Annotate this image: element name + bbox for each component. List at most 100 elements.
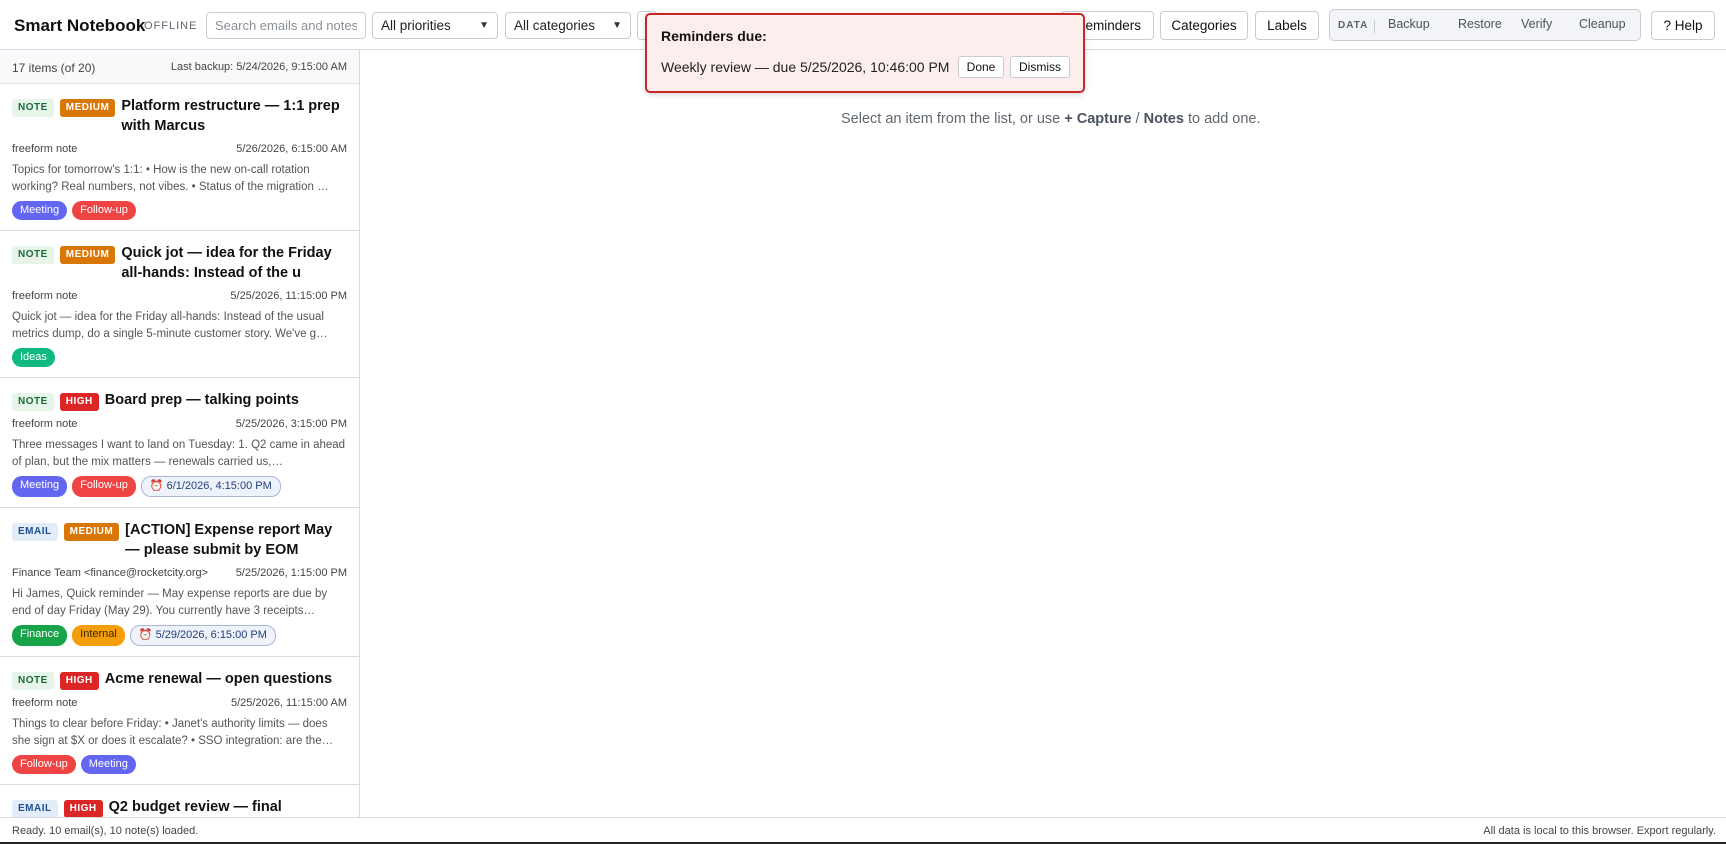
hint-text-post: to add one. [1183,111,1261,127]
item-preview: Quick jot — idea for the Friday all-hand… [12,311,328,340]
tag-label[interactable]: Ideas [12,348,55,367]
verify-button[interactable]: Verify [1521,17,1552,31]
category-filter-select[interactable]: All categories ▼ [505,12,631,39]
item-title: Board prep — talking points [104,392,299,408]
tag-label[interactable]: Meeting [12,201,68,220]
item-type-badge: NOTE [12,393,54,411]
item-meta: freeform note 5/25/2026, 11:15:00 PM [12,290,347,302]
priority-filter-value: All priorities [381,18,451,33]
item-type-badge: EMAIL [12,523,58,541]
notes-link: Notes [1143,111,1184,127]
hint-text-pre: Select an item from the list, or use [841,111,1065,127]
tag-label[interactable]: Internal [72,625,125,646]
priority-filter-select[interactable]: All priorities ▼ [372,12,498,39]
item-preview: Topics for tomorrow's 1:1: • How is the … [12,164,329,193]
category-filter-value: All categories [514,18,596,33]
item-from: Finance Team <finance@rocketcity.org> [12,567,209,579]
priority-badge: HIGH [59,672,99,690]
tag-label[interactable]: Finance [12,625,68,646]
item-tags: Meeting Follow-up ⏰ 6/1/2026, 4:15:00 PM [12,476,347,497]
item-type-badge: EMAIL [12,800,58,817]
item-date: 5/25/2026, 11:15:00 AM [231,697,347,709]
item-title: Acme renewal — open questions [104,671,333,687]
item-header: NOTE MEDIUM Quick jot — idea for the Frida… [12,243,347,283]
item-title: Q2 budget review — final numbers attache… [108,799,282,815]
item-from: freeform note [12,418,78,430]
item-from: freeform note [12,290,78,302]
list-item[interactable]: NOTE HIGH Board prep — talking points freef… [0,378,359,508]
priority-badge: MEDIUM [59,246,116,264]
item-meta: freeform note 5/25/2026, 3:15:00 PM [12,418,347,430]
app-title: Smart Notebook [14,16,146,35]
item-date: 5/25/2026, 3:15:00 PM [235,418,347,430]
item-header: EMAIL HIGH Q2 budget review — final number… [12,797,347,817]
data-toolbar: DATA Backup Restore Verify Cleanup [1329,9,1641,41]
list-item[interactable]: NOTE MEDIUM Quick jot — idea for the Frida… [0,231,359,378]
categories-button[interactable]: Categories [1160,11,1248,40]
item-preview: Hi James, Quick reminder — May expense r… [12,588,328,617]
item-header: EMAIL MEDIUM [ACTION] Expense report May —… [12,520,347,560]
empty-state-hint: Select an item from the list, or use + C… [841,111,1261,127]
search-input[interactable] [206,12,366,39]
item-from: freeform note [12,697,78,709]
hint-separator: / [1131,111,1144,127]
status-bar: Ready. 10 email(s), 10 note(s) loaded. A… [0,817,1726,842]
item-count: 17 items (of 20) [12,61,96,75]
priority-badge: HIGH [59,393,99,411]
item-preview: Things to clear before Friday: • Janet's… [12,718,334,747]
categories-button-label: Categories [1171,18,1237,33]
help-button-label: ? Help [1663,18,1703,33]
item-date: 5/25/2026, 11:15:00 PM [230,290,347,302]
item-type-badge: NOTE [12,672,54,690]
list-header: 17 items (of 20) Last backup: 5/24/2026,… [0,50,359,84]
item-header: NOTE HIGH Acme renewal — open questions [12,669,347,690]
offline-status: OFFLINE [144,20,198,32]
item-type-badge: NOTE [12,99,54,117]
list-item[interactable]: EMAIL MEDIUM [ACTION] Expense report May —… [0,508,359,657]
reminders-button-label: Reminders [1075,18,1141,33]
item-date: 5/25/2026, 1:15:00 PM [235,567,347,579]
item-tags: Follow-up Meeting [12,755,347,774]
done-button[interactable]: Done [958,56,1004,78]
item-tags: Meeting Follow-up [12,201,347,220]
item-meta: freeform note 5/25/2026, 11:15:00 AM [12,697,347,709]
last-backup: Last backup: 5/24/2026, 9:15:00 AM [170,61,347,73]
tag-label[interactable]: Meeting [80,755,136,774]
reminder-chip: ⏰ 5/29/2026, 6:15:00 PM [129,625,276,646]
capture-link: + Capture [1064,111,1132,127]
tag-label[interactable]: Follow-up [72,476,136,497]
labels-button-label: Labels [1267,18,1307,33]
done-button-label: Done [966,60,996,74]
item-list-sidebar: 17 items (of 20) Last backup: 5/24/2026,… [0,50,360,817]
item-title: [ACTION] Expense report May — please sub… [125,522,333,558]
list-item[interactable]: NOTE MEDIUM Platform restructure — 1:1 pre… [0,84,359,231]
priority-badge: HIGH [63,800,103,817]
dismiss-button-label: Dismiss [1019,60,1061,74]
item-meta: freeform note 5/26/2026, 6:15:00 AM [12,143,347,155]
tag-label[interactable]: Follow-up [72,201,136,220]
item-title: Quick jot — idea for the Friday all-hand… [121,245,332,281]
item-type-badge: NOTE [12,246,54,264]
item-header: NOTE MEDIUM Platform restructure — 1:1 pre… [12,96,347,136]
tag-label[interactable]: Meeting [12,476,68,497]
backup-button[interactable]: Backup [1388,17,1430,31]
list-item[interactable]: EMAIL HIGH Q2 budget review — final number… [0,785,359,817]
help-button[interactable]: ? Help [1651,11,1715,40]
labels-button[interactable]: Labels [1255,11,1319,40]
reminder-message: Weekly review — due 5/25/2026, 10:46:00 … [661,59,950,75]
item-date: 5/26/2026, 6:15:00 AM [236,143,347,155]
data-group-label: DATA [1338,20,1376,33]
item-tags: Ideas [12,348,347,367]
priority-badge: MEDIUM [59,99,116,117]
list-item[interactable]: NOTE HIGH Acme renewal — open questions fre… [0,657,359,785]
popup-title: Reminders due: [661,28,767,44]
tag-label[interactable]: Follow-up [12,755,76,774]
reminders-due-popup: Reminders due: Weekly review — due 5/25/… [645,13,1085,93]
item-tags: Finance Internal ⏰ 5/29/2026, 6:15:00 PM [12,625,347,646]
dismiss-button[interactable]: Dismiss [1010,56,1070,78]
restore-button[interactable]: Restore [1458,17,1502,31]
item-list: NOTE MEDIUM Platform restructure — 1:1 pre… [0,84,359,817]
status-message: Ready. 10 email(s), 10 note(s) loaded. [12,825,199,837]
cleanup-button[interactable]: Cleanup [1579,17,1626,31]
item-title: Platform restructure — 1:1 prep with Mar… [121,98,340,134]
